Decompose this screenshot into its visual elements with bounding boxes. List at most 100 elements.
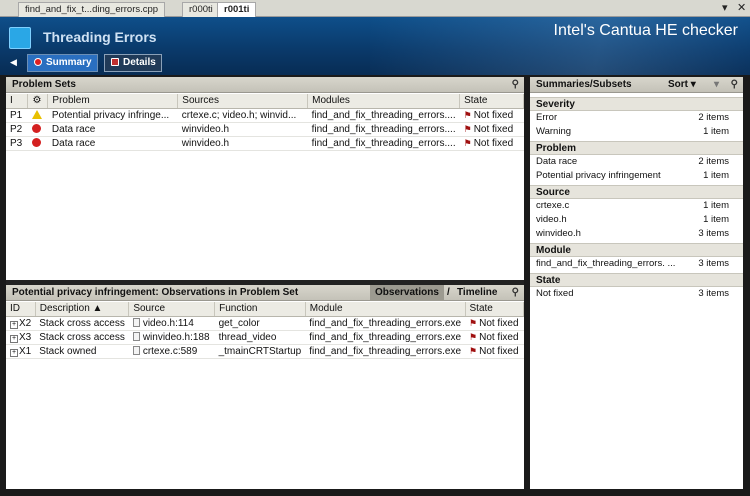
row-id: X1 [19, 345, 32, 357]
details-icon [111, 58, 119, 66]
item-label: Potential privacy infringement [536, 170, 661, 181]
pin-icon[interactable]: ⚲ [512, 287, 519, 298]
col-severity[interactable]: ⚙ [27, 94, 49, 109]
item-count: 1 item [703, 200, 729, 211]
flag-icon: ⚑ [469, 345, 478, 356]
col-id[interactable]: ID [6, 302, 36, 317]
col-module[interactable]: Module [305, 302, 466, 317]
row-module: find_and_fix_threading_errors.exe [305, 344, 466, 359]
details-label: Details [123, 57, 156, 68]
row-state[interactable]: ⚑ Not fixed [459, 136, 524, 151]
file-icon [132, 317, 140, 327]
row-state[interactable]: ⚑ Not fixed [465, 316, 524, 331]
error-icon [31, 123, 41, 133]
state-text: Not fixed [473, 109, 514, 121]
row-problem: Potential privacy infringe... [47, 108, 178, 123]
flag-icon: ⚑ [469, 317, 478, 328]
section-source[interactable]: Source [530, 185, 743, 199]
back-arrow-icon[interactable]: ◀ [10, 57, 17, 68]
sort-dropdown[interactable]: Sort ▾ [668, 79, 696, 90]
col-modules[interactable]: Modules [307, 94, 461, 109]
section-severity[interactable]: Severity [530, 97, 743, 111]
analysis-type-icon [9, 27, 31, 49]
list-item[interactable]: Data race 2 items [530, 155, 743, 169]
row-state[interactable]: ⚑ Not fixed [459, 108, 524, 123]
pin-icon[interactable]: ⚲ [731, 79, 738, 90]
state-text: Not fixed [473, 123, 514, 135]
list-item[interactable]: find_and_fix_threading_errors. ... 3 item… [530, 257, 743, 271]
list-item[interactable]: crtexe.c 1 item [530, 199, 743, 213]
row-source[interactable]: winvideo.h:188 [128, 330, 215, 345]
item-label: Data race [536, 156, 578, 167]
item-count: 3 items [698, 258, 729, 269]
item-count: 1 item [703, 126, 729, 137]
list-item[interactable]: Warning 1 item [530, 125, 743, 139]
tab-source-file[interactable]: find_and_fix_t...ding_errors.cpp [18, 2, 166, 17]
col-description[interactable]: Description ▲ [35, 302, 130, 317]
summary-button[interactable]: Summary [27, 54, 98, 72]
row-problem: Data race [47, 136, 178, 151]
row-id: P2 [6, 122, 28, 137]
expand-icon[interactable]: + [10, 320, 18, 329]
table-row[interactable]: + X1 Stack owned crtexe.c:589 _tmainCRTSt… [6, 344, 524, 359]
state-text: Not fixed [479, 317, 519, 329]
result-header: Threading Errors Intel's Cantua HE check… [0, 17, 750, 75]
row-description: Stack cross access [35, 330, 129, 345]
list-item[interactable]: Potential privacy infringement 1 item [530, 169, 743, 183]
source-text: winvideo.h:188 [142, 331, 210, 343]
dropdown-icon[interactable]: ▾ [722, 1, 728, 14]
row-state[interactable]: ⚑ Not fixed [465, 344, 524, 359]
error-icon [31, 137, 41, 147]
observations-header-row: ID Description ▲ Source Function Module … [6, 302, 525, 317]
col-sources[interactable]: Sources [177, 94, 309, 109]
row-id: X3 [19, 331, 32, 343]
panel-menu-icon[interactable]: ▾ [714, 79, 719, 90]
row-source[interactable]: crtexe.c:589 [128, 344, 215, 359]
tab-observations[interactable]: Observations [370, 285, 444, 301]
table-row[interactable]: P1 Potential privacy infringe... crtexe.… [6, 108, 524, 123]
table-row[interactable]: P3 Data race winvideo.h find_and_fix_thr… [6, 136, 524, 151]
expand-icon[interactable]: + [10, 348, 18, 357]
row-modules: find_and_fix_threading_errors.... [307, 108, 460, 123]
row-description: Stack cross access [35, 316, 129, 331]
tab-timeline[interactable]: Timeline [457, 287, 497, 298]
row-state[interactable]: ⚑ Not fixed [459, 122, 524, 137]
flag-icon: ⚑ [463, 137, 472, 148]
col-function[interactable]: Function [214, 302, 306, 317]
details-button[interactable]: Details [104, 54, 162, 72]
section-problem[interactable]: Problem [530, 141, 743, 155]
col-source[interactable]: Source [128, 302, 216, 317]
col-id[interactable]: I [6, 94, 29, 109]
list-item[interactable]: Error 2 items [530, 111, 743, 125]
tab-separator: / [447, 287, 450, 298]
item-label: find_and_fix_threading_errors. ... [536, 258, 676, 269]
list-item[interactable]: video.h 1 item [530, 213, 743, 227]
pin-icon[interactable]: ⚲ [512, 79, 519, 90]
table-row[interactable]: + X3 Stack cross access winvideo.h:188 th… [6, 330, 524, 345]
row-modules: find_and_fix_threading_errors.... [307, 136, 460, 151]
item-count: 2 items [698, 156, 729, 167]
tab-r001ti[interactable]: r001ti [217, 2, 257, 17]
document-tab-strip: find_and_fix_t...ding_errors.cpp r000ti … [0, 0, 750, 17]
list-item[interactable]: Not fixed 3 items [530, 287, 743, 301]
section-module[interactable]: Module [530, 243, 743, 257]
table-row[interactable]: + X2 Stack cross access video.h:114 get_c… [6, 316, 524, 331]
col-state[interactable]: State [459, 94, 524, 109]
observations-table: ID Description ▲ Source Function Module … [6, 302, 525, 359]
row-state[interactable]: ⚑ Not fixed [465, 330, 524, 345]
table-row[interactable]: P2 Data race winvideo.h find_and_fix_thr… [6, 122, 524, 137]
col-problem[interactable]: Problem [47, 94, 179, 109]
expand-icon[interactable]: + [10, 334, 18, 343]
summaries-panel: Summaries/Subsets Sort ▾ ▾ ⚲ Severity Er… [530, 77, 743, 489]
col-state[interactable]: State [465, 302, 525, 317]
section-state[interactable]: State [530, 273, 743, 287]
flag-icon: ⚑ [463, 123, 472, 134]
row-source[interactable]: video.h:114 [128, 316, 215, 331]
list-item[interactable]: winvideo.h 3 items [530, 227, 743, 241]
summaries-title: Summaries/Subsets Sort ▾ ▾ ⚲ [530, 77, 743, 93]
item-label: video.h [536, 214, 567, 225]
row-modules: find_and_fix_threading_errors.... [307, 122, 460, 137]
tab-r000ti[interactable]: r000ti [182, 2, 220, 17]
close-icon[interactable]: ✕ [737, 1, 746, 14]
observations-title: Potential privacy infringement: Observat… [6, 285, 524, 301]
